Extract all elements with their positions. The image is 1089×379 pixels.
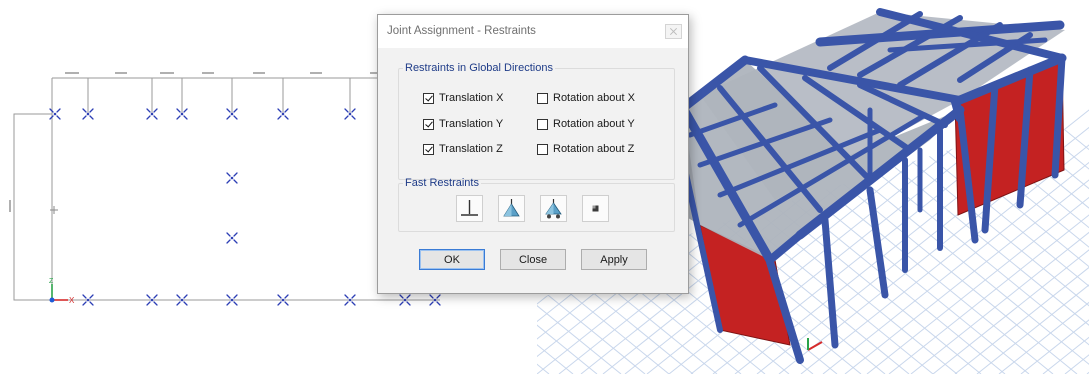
rotation-y-checkbox[interactable]: Rotation about Y: [537, 118, 635, 130]
translation-z-checkbox[interactable]: Translation Z: [423, 143, 503, 155]
fixed-support-icon[interactable]: [456, 195, 483, 222]
close-button[interactable]: Close: [500, 249, 566, 270]
translation-x-checkbox[interactable]: Translation X: [423, 92, 503, 104]
checkbox-box[interactable]: [423, 118, 434, 130]
x-axis-label: X: [69, 296, 75, 305]
axis-indicator: X Z: [49, 278, 75, 305]
checkbox-label: Translation Y: [439, 118, 504, 130]
fast-restraints-legend: Fast Restraints: [405, 177, 479, 189]
free-joint-icon[interactable]: [582, 195, 609, 222]
checkbox-box[interactable]: [423, 92, 434, 104]
joint-marker[interactable]: [226, 172, 238, 184]
joint-restraints-dialog: Joint Assignment - Restraints Restraints…: [377, 14, 689, 294]
rotation-z-checkbox[interactable]: Rotation about Z: [537, 143, 634, 155]
checkbox-box[interactable]: [537, 118, 548, 130]
checkbox-box[interactable]: [537, 143, 548, 155]
checkbox-label: Rotation about Y: [553, 118, 635, 130]
fast-restraints-group: Fast Restraints: [398, 177, 675, 232]
restraints-group-legend: Restraints in Global Directions: [405, 62, 553, 74]
checkbox-label: Rotation about X: [553, 92, 635, 104]
outline-line: [13, 78, 53, 301]
z-axis-label: Z: [49, 278, 54, 285]
checkbox-label: Rotation about Z: [553, 143, 635, 155]
close-icon[interactable]: [665, 24, 682, 39]
checkbox-box[interactable]: [537, 92, 548, 104]
ok-button[interactable]: OK: [419, 249, 485, 270]
pinned-support-icon[interactable]: [498, 195, 525, 222]
translation-y-checkbox[interactable]: Translation Y: [423, 118, 503, 130]
rotation-x-checkbox[interactable]: Rotation about X: [537, 92, 635, 104]
dialog-title: Joint Assignment - Restraints: [387, 25, 536, 37]
checkbox-label: Translation X: [439, 92, 504, 104]
apply-button[interactable]: Apply: [581, 249, 647, 270]
roller-support-icon[interactable]: [540, 195, 567, 222]
checkbox-label: Translation Z: [439, 143, 503, 155]
checkbox-box[interactable]: [423, 143, 434, 155]
dialog-titlebar[interactable]: Joint Assignment - Restraints: [378, 15, 688, 48]
joint-marker[interactable]: [226, 232, 238, 244]
